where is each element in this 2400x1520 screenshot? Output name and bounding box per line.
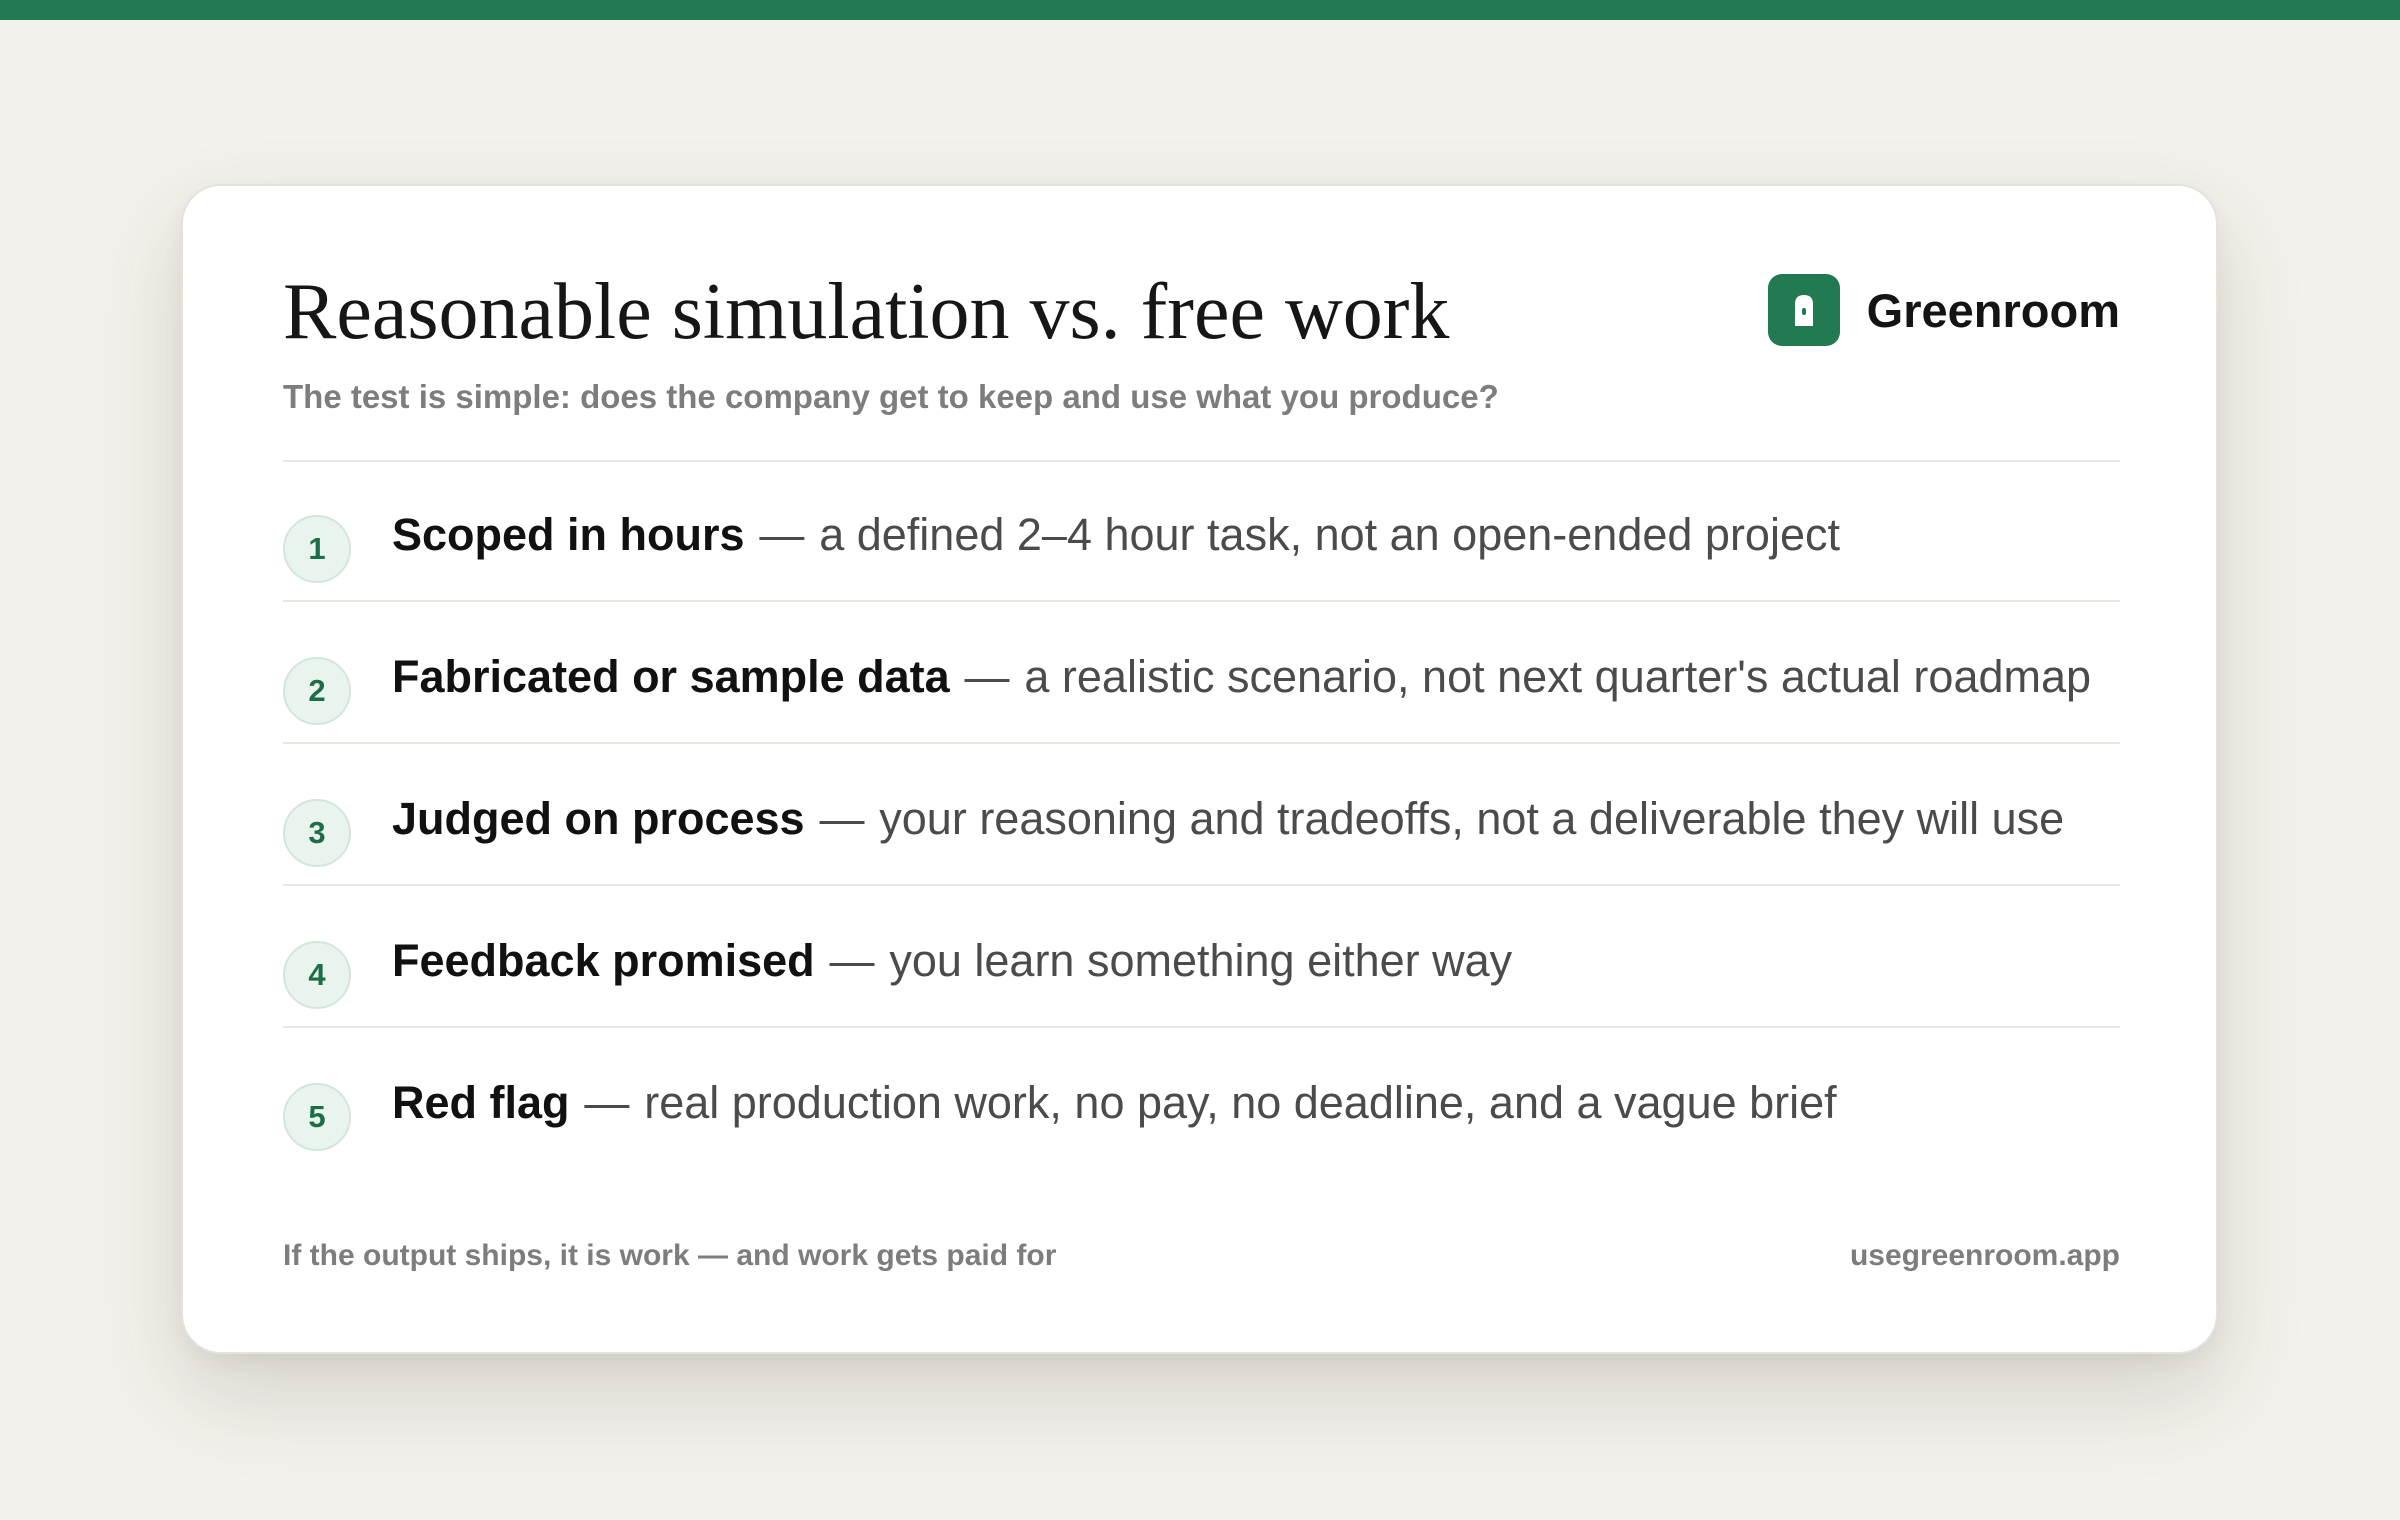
step-number-badge: 5 [283, 1083, 351, 1151]
list-item-description: a defined 2–4 hour task, not an open-end… [819, 509, 1840, 560]
list-item-text: Fabricated or sample data — a realistic sc… [392, 650, 2091, 704]
list-item-description: real production work, no pay, no deadlin… [644, 1077, 1837, 1128]
criteria-list: 1 Scoped in hours — a defined 2–4 hour tas… [283, 460, 2120, 1170]
em-dash-separator: — [819, 793, 865, 844]
brand-name: Greenroom [1866, 283, 2120, 337]
top-accent-bar [0, 0, 2400, 20]
card-subtitle: The test is simple: does the company get… [283, 378, 1499, 415]
list-item-description: a realistic scenario, not next quarter's… [1024, 651, 2092, 702]
lock-icon [1794, 295, 1813, 326]
list-item: 4 Feedback promised — you learn something … [283, 886, 2120, 1028]
list-item-title: Fabricated or sample data [392, 651, 950, 702]
em-dash-separator: — [964, 651, 1010, 702]
list-item-text: Judged on process — your reasoning and tra… [392, 792, 2064, 846]
list-item-title: Judged on process [392, 793, 805, 844]
list-item-title: Red flag [392, 1077, 570, 1128]
brand: Greenroom [1767, 274, 2120, 346]
list-item-text: Red flag — real production work, no pay, n… [392, 1076, 1837, 1130]
list-item-description: your reasoning and tradeoffs, not a deli… [879, 793, 2065, 844]
list-item: 1 Scoped in hours — a defined 2–4 hour tas… [283, 460, 2120, 602]
info-card: Reasonable simulation vs. free work The … [181, 184, 2218, 1354]
card-content: Reasonable simulation vs. free work The … [283, 186, 2120, 1352]
step-number-badge: 4 [283, 941, 351, 1009]
step-number-badge: 2 [283, 657, 351, 725]
list-item-title: Feedback promised [392, 935, 815, 986]
em-dash-separator: — [829, 935, 875, 986]
list-item-text: Scoped in hours — a defined 2–4 hour task,… [392, 508, 1840, 562]
footer-url: usegreenroom.app [1849, 1239, 2120, 1272]
brand-logo [1767, 274, 1840, 346]
step-number-badge: 1 [283, 515, 351, 583]
em-dash-separator: — [584, 1077, 630, 1128]
list-item-description: you learn something either way [889, 935, 1513, 986]
list-item: 5 Red flag — real production work, no pay,… [283, 1028, 2120, 1170]
card-title: Reasonable simulation vs. free work [283, 268, 1450, 356]
footer-tagline: If the output ships, it is work — and wo… [283, 1239, 1057, 1272]
em-dash-separator: — [759, 509, 805, 560]
list-item: 3 Judged on process — your reasoning and t… [283, 744, 2120, 886]
step-number-badge: 3 [283, 799, 351, 867]
list-item-text: Feedback promised — you learn something ei… [392, 934, 1512, 988]
list-item: 2 Fabricated or sample data — a realistic … [283, 602, 2120, 744]
list-item-title: Scoped in hours [392, 509, 745, 560]
